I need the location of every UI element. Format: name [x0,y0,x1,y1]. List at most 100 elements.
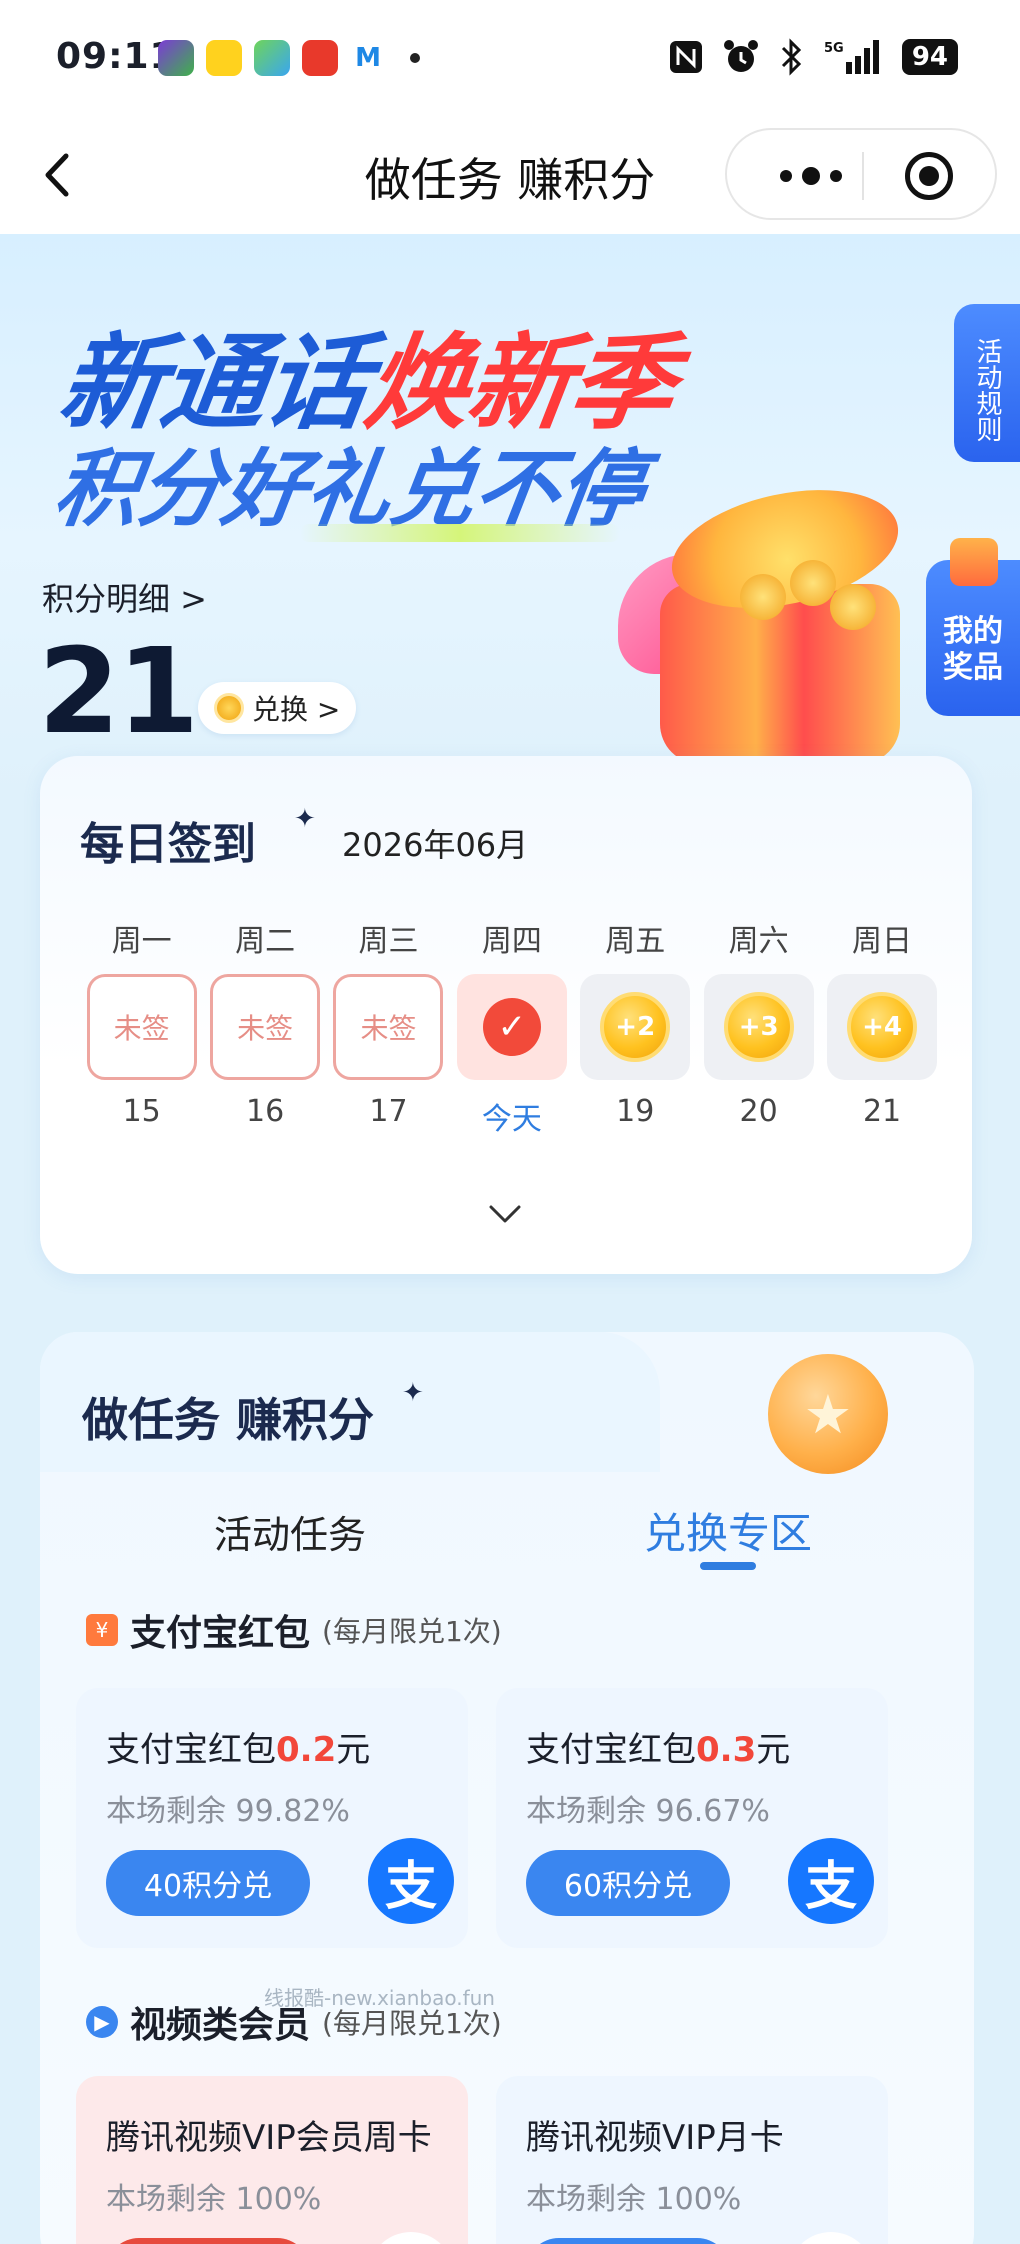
product-remaining: 本场剩余 99.82% [106,1794,350,1829]
bluetooth-icon [781,38,801,76]
future-day-box[interactable]: +2 [580,974,691,1080]
product-card[interactable]: 腾讯视频VIP月卡 本场剩余 100% [496,2076,888,2244]
checkin-days: 未签 15 未签 16 未签 17 ✓ 今天 +2 19 +3 20 +4 21 [80,974,944,1138]
exchange-label: 兑换 > [252,693,341,726]
status-bar: 09:11 M 5G 94 [0,0,1020,118]
play-icon: ▶ [86,2006,118,2038]
day-number: 19 [616,1094,655,1129]
missed-day-box[interactable]: 未签 [210,974,321,1080]
more-icon[interactable] [761,158,861,194]
gold-coin-decoration [790,560,836,606]
my-prizes-tab[interactable]: 我的奖品 [926,538,1020,716]
active-tab-indicator [700,1562,756,1570]
nfc-icon [669,41,702,73]
future-day-box[interactable]: +4 [827,974,938,1080]
checkin-day[interactable]: +4 21 [820,974,943,1138]
exchange-button[interactable]: 兑换 > [198,682,356,734]
product-name-text: 支付宝红包 [526,1730,696,1770]
missed-day-box[interactable]: 未签 [333,974,444,1080]
gold-coin-decoration [740,574,786,620]
product-name: 支付宝红包0.2元 [106,1722,370,1771]
app-notification-icon [158,40,194,76]
gold-coin-decoration [830,584,876,630]
product-unit: 元 [336,1730,371,1770]
sparkle-icon: ✦ [402,1378,424,1408]
weekday-label: 周日 [852,924,913,959]
product-name: 腾讯视频VIP会员周卡 [106,2118,432,2158]
day-number: 16 [245,1094,285,1129]
coin-reward-icon: +4 [847,992,918,1062]
alarm-icon [723,40,758,72]
weekday-header: 周一 周二 周三 周四 周五 周六 周日 [80,916,944,960]
product-amount: 0.3 [696,1730,757,1770]
redeem-button[interactable]: 60积分兑 [526,1850,730,1916]
product-name-text: 支付宝红包 [106,1730,276,1770]
red-envelope-icon: ¥ [86,1614,118,1646]
weekday-label: 周六 [728,924,789,959]
checkin-day[interactable]: +2 19 [574,974,697,1138]
checkin-day[interactable]: 未签 17 [327,974,450,1138]
app-notification-icon [254,40,290,76]
hero-swoosh-decoration [300,524,620,542]
tab-activity-tasks[interactable]: 活动任务 [214,1504,366,1559]
day-number: 17 [369,1094,408,1129]
checkin-month: 2026年06月 [342,826,529,864]
today-box[interactable]: ✓ [456,974,567,1080]
nav-bar: 做任务 赚积分 [0,118,1020,234]
points-detail-link[interactable]: 积分明细 > [42,574,207,620]
watermark: 线报酷-new.xianbao.fun [264,1986,495,2010]
coin-reward-icon: +3 [723,992,794,1062]
weekday-label: 周四 [481,924,542,959]
weekday-label: 周一 [111,924,172,959]
section-header-alipay: ¥ 支付宝红包 (每月限兑1次) [86,1604,502,1656]
redeem-button[interactable] [526,2238,730,2244]
today-label: 今天 [481,1102,542,1137]
svg-text:5G: 5G [824,41,844,56]
chevron-down-icon[interactable] [488,1204,522,1224]
product-card[interactable]: 支付宝红包0.2元 本场剩余 99.82% 40积分兑 支 [76,1688,468,1948]
product-card[interactable]: 支付宝红包0.3元 本场剩余 96.67% 60积分兑 支 [496,1688,888,1948]
checkin-title: 每日签到 [80,808,310,880]
redeem-button[interactable]: 40积分兑 [106,1850,310,1916]
tasks-title: 做任务 赚积分 [82,1384,374,1458]
section-title: 支付宝红包 [130,1613,311,1654]
gift-icon [950,538,998,586]
tencent-video-icon [368,2232,454,2244]
missed-day-box[interactable]: 未签 [86,974,197,1080]
system-icons: 5G 94 [668,38,958,76]
tab-exchange-zone[interactable]: 兑换专区 [644,1500,812,1561]
notification-icons: M [158,40,420,76]
future-day-box[interactable]: +3 [703,974,814,1080]
star-coin-icon: ★ [768,1354,888,1474]
gift-box-illustration [618,464,930,764]
activity-rules-tab[interactable]: 活动规则 [954,304,1020,462]
weekday-label: 周五 [605,924,666,959]
checkin-day-today[interactable]: ✓ 今天 [450,974,573,1138]
product-remaining: 本场剩余 96.67% [526,1794,770,1829]
signal-5g-icon: 5G [824,40,879,74]
check-icon: ✓ [482,998,541,1056]
alipay-icon: 支 [788,1838,874,1924]
day-number: 15 [122,1094,161,1129]
product-name: 支付宝红包0.3元 [526,1722,790,1771]
day-number: 21 [862,1094,902,1129]
product-card[interactable]: 腾讯视频VIP会员周卡 本场剩余 100% [76,2076,468,2244]
product-amount: 0.2 [276,1730,337,1770]
close-miniapp-icon[interactable] [905,152,953,200]
daily-checkin-card: 每日签到 ✦ 2026年06月 周一 周二 周三 周四 周五 周六 周日 未签 … [40,756,972,1274]
alipay-icon: 支 [368,1838,454,1924]
battery-indicator: 94 [901,39,958,75]
sparkle-icon: ✦ [294,804,316,834]
app-notification-icon [302,40,338,76]
product-name: 腾讯视频VIP月卡 [526,2118,784,2158]
points-balance: 21 [38,622,199,760]
app-notification-icon [206,40,242,76]
checkin-day[interactable]: 未签 15 [80,974,203,1138]
checkin-day[interactable]: 未签 16 [203,974,326,1138]
my-prizes-label: 我的奖品 [943,614,1003,685]
capsule-divider [862,152,864,200]
checkin-day[interactable]: +3 20 [697,974,820,1138]
redeem-button[interactable] [106,2238,310,2244]
product-remaining: 本场剩余 100% [526,2182,742,2217]
miniapp-capsule [725,128,997,220]
